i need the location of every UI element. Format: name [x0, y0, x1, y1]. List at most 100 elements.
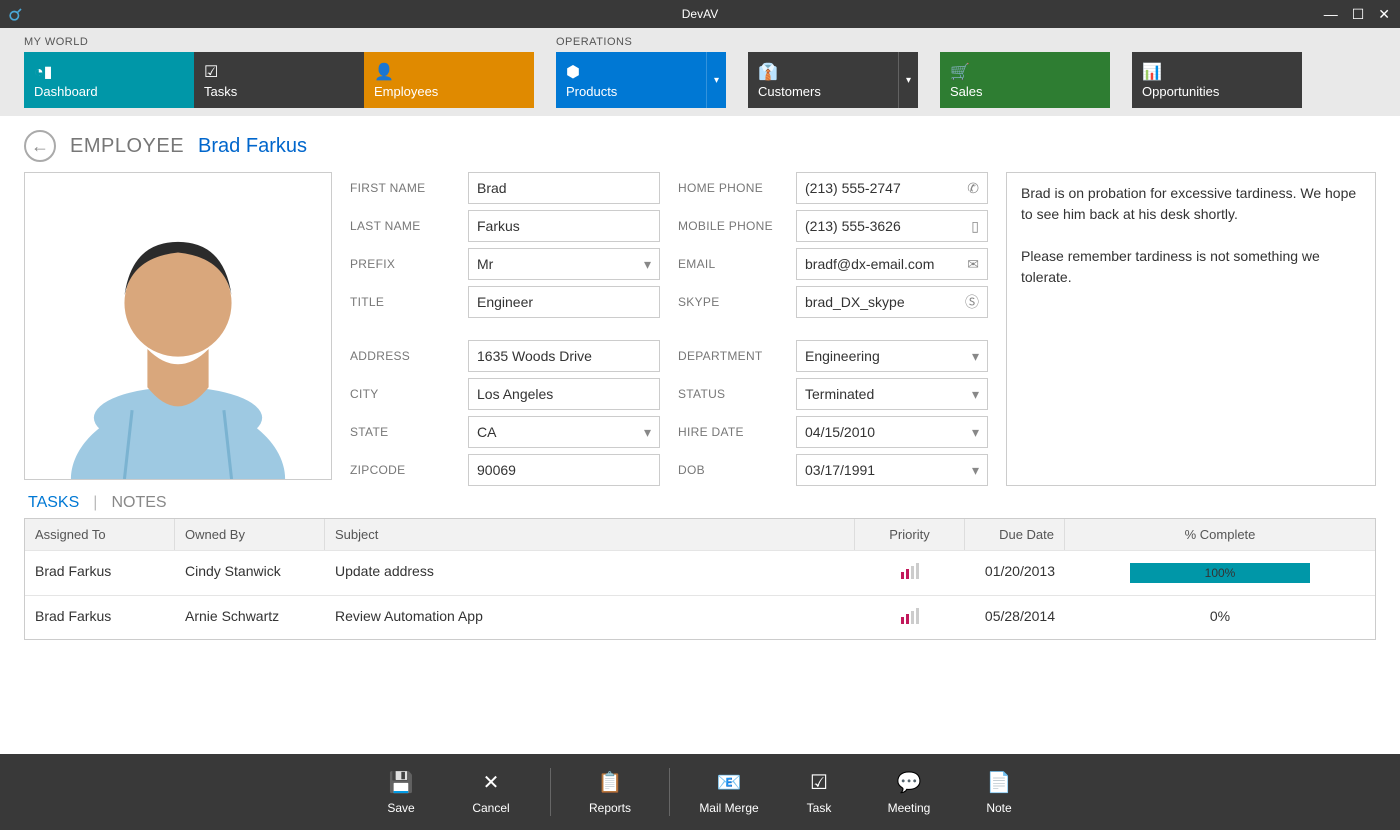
col-header-complete[interactable]: % Complete: [1065, 519, 1375, 550]
reports-button[interactable]: 📋 Reports: [565, 770, 655, 815]
mailmerge-icon: 📧: [717, 770, 742, 795]
cell-assigned: Brad Farkus: [25, 595, 175, 639]
cell-complete: 100%: [1065, 550, 1375, 595]
col-header-owned[interactable]: Owned By: [175, 519, 325, 550]
grid-header: Assigned To Owned By Subject Priority Du…: [25, 519, 1375, 550]
email-label: EMAIL: [678, 257, 796, 271]
tasks-grid: Assigned To Owned By Subject Priority Du…: [24, 518, 1376, 640]
chevron-down-icon: ▾: [972, 462, 979, 479]
nav-section-myworld-label: MY WORLD: [24, 36, 534, 48]
nav-tile-label: Tasks: [204, 84, 364, 99]
nav-tile-employees[interactable]: 👤 Employees: [364, 52, 534, 108]
button-label: Mail Merge: [699, 801, 758, 815]
form-column-personal: FIRST NAMEBrad LAST NAMEFarkus PREFIXMr▾…: [350, 172, 660, 486]
col-header-subject[interactable]: Subject: [325, 519, 855, 550]
back-button[interactable]: ←: [24, 130, 56, 162]
state-select[interactable]: CA ▾: [468, 416, 660, 448]
phone-icon: ✆: [967, 180, 979, 197]
app-logo-icon: [6, 4, 26, 24]
tab-tasks[interactable]: TASKS: [28, 494, 79, 512]
button-label: Task: [807, 801, 832, 815]
button-label: Note: [986, 801, 1011, 815]
page-title: Brad Farkus: [198, 135, 307, 158]
reports-icon: 📋: [598, 770, 623, 795]
window-title: DevAV: [682, 7, 718, 21]
button-label: Save: [387, 801, 414, 815]
progress-text: 0%: [1210, 608, 1230, 624]
col-header-due[interactable]: Due Date: [965, 519, 1065, 550]
close-icon: ✕: [483, 770, 500, 795]
note-button[interactable]: 📄Note: [954, 770, 1044, 815]
field-value: CA: [477, 424, 496, 440]
nav-tile-tasks[interactable]: ☑ Tasks: [194, 52, 364, 108]
city-field[interactable]: Los Angeles: [468, 378, 660, 410]
field-value: Los Angeles: [477, 386, 553, 402]
nav-tile-label: Dashboard: [34, 84, 194, 99]
progress-bar: 100%: [1130, 563, 1310, 583]
priority-icon: [901, 608, 919, 624]
toolbar-separator: [550, 768, 551, 816]
title-bar: DevAV — ☐ ✕: [0, 0, 1400, 28]
cell-due: 01/20/2013: [965, 550, 1065, 595]
products-icon: ⬢: [566, 62, 706, 82]
opportunities-icon: 📊: [1142, 62, 1302, 82]
field-value: Farkus: [477, 218, 520, 234]
tab-notes[interactable]: NOTES: [111, 494, 166, 512]
zipcode-field[interactable]: 90069: [468, 454, 660, 486]
field-value: Terminated: [805, 386, 874, 402]
prefix-select[interactable]: Mr▾: [468, 248, 660, 280]
col-header-priority[interactable]: Priority: [855, 519, 965, 550]
nav-tile-customers[interactable]: 👔 Customers ▾: [748, 52, 918, 108]
address-field[interactable]: 1635 Woods Drive: [468, 340, 660, 372]
nav-tile-products[interactable]: ⬢ Products ▾: [556, 52, 726, 108]
nav-ribbon: MY WORLD ◔▮ Dashboard ☑ Tasks 👤 Employee…: [0, 28, 1400, 116]
nav-tile-dashboard[interactable]: ◔▮ Dashboard: [24, 52, 194, 108]
hire-date-field[interactable]: 04/15/2010▾: [796, 416, 988, 448]
products-dropdown-button[interactable]: ▾: [706, 52, 726, 108]
field-value: 90069: [477, 462, 516, 478]
table-row[interactable]: Brad FarkusArnie SchwartzReview Automati…: [25, 595, 1375, 639]
mobile-phone-field[interactable]: (213) 555-3626▯: [796, 210, 988, 242]
notes-panel[interactable]: Brad is on probation for excessive tardi…: [1006, 172, 1376, 486]
toolbar-separator: [669, 768, 670, 816]
mobile-phone-label: MOBILE PHONE: [678, 219, 796, 233]
button-label: Reports: [589, 801, 631, 815]
status-select[interactable]: Terminated▾: [796, 378, 988, 410]
cell-due: 05/28/2014: [965, 595, 1065, 639]
task-icon: ☑: [810, 770, 828, 795]
employees-icon: 👤: [374, 62, 534, 82]
maximize-button[interactable]: ☐: [1352, 6, 1365, 23]
email-field[interactable]: bradf@dx-email.com✉: [796, 248, 988, 280]
dob-label: DOB: [678, 463, 796, 477]
nav-tile-opportunities[interactable]: 📊 Opportunities: [1132, 52, 1302, 108]
field-value: 1635 Woods Drive: [477, 348, 592, 364]
department-select[interactable]: Engineering▾: [796, 340, 988, 372]
field-value: 04/15/2010: [805, 424, 875, 440]
customers-dropdown-button[interactable]: ▾: [898, 52, 918, 108]
nav-tile-label: Customers: [758, 84, 898, 99]
first-name-field[interactable]: Brad: [468, 172, 660, 204]
first-name-label: FIRST NAME: [350, 181, 468, 195]
last-name-field[interactable]: Farkus: [468, 210, 660, 242]
task-button[interactable]: ☑ Task: [774, 770, 864, 815]
cell-priority: [855, 595, 965, 639]
title-field[interactable]: Engineer: [468, 286, 660, 318]
chevron-down-icon: ▾: [644, 424, 651, 441]
content-area: ← EMPLOYEE Brad Farkus FIRST NAMEBrad LA…: [0, 116, 1400, 640]
cell-assigned: Brad Farkus: [25, 550, 175, 595]
minimize-button[interactable]: —: [1324, 6, 1338, 23]
col-header-assigned[interactable]: Assigned To: [25, 519, 175, 550]
tab-separator: |: [93, 494, 97, 512]
mailmerge-button[interactable]: 📧 Mail Merge: [684, 770, 774, 815]
meeting-button[interactable]: 💬Meeting: [864, 770, 954, 815]
table-row[interactable]: Brad FarkusCindy StanwickUpdate address0…: [25, 550, 1375, 595]
home-phone-field[interactable]: (213) 555-2747✆: [796, 172, 988, 204]
close-button[interactable]: ✕: [1378, 6, 1390, 23]
address-label: ADDRESS: [350, 349, 468, 363]
skype-field[interactable]: brad_DX_skypeⓈ: [796, 286, 988, 318]
cancel-button[interactable]: ✕Cancel: [446, 770, 536, 815]
nav-tile-sales[interactable]: 🛒 Sales: [940, 52, 1110, 108]
dob-field[interactable]: 03/17/1991▾: [796, 454, 988, 486]
cell-subject: Update address: [325, 550, 855, 595]
save-button[interactable]: 💾Save: [356, 770, 446, 815]
